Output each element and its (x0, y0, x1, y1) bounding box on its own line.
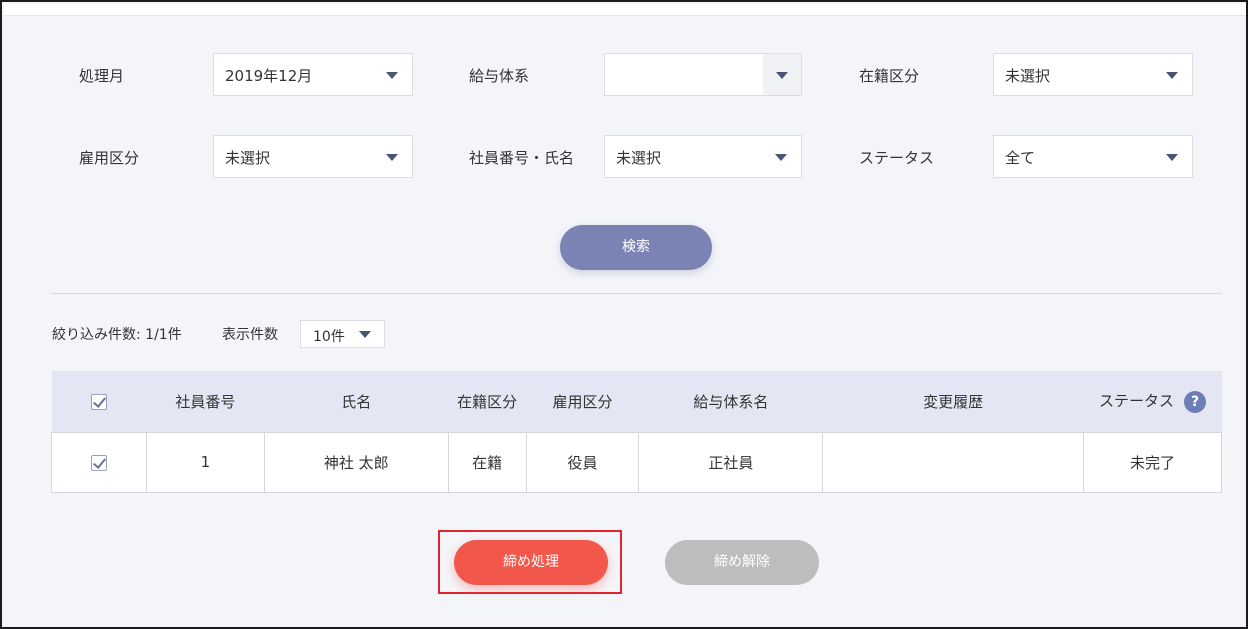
enrollment-select[interactable]: 未選択 (993, 53, 1193, 96)
employment-select[interactable]: 未選択 (213, 135, 413, 178)
cell-status: 未完了 (1083, 431, 1222, 493)
top-strip (4, 4, 1246, 16)
chevron-down-icon (775, 154, 787, 161)
close-process-button[interactable]: 締め処理 (454, 540, 608, 585)
chevron-down-icon (776, 72, 788, 79)
cell-employee-number: 1 (145, 431, 265, 493)
chevron-down-icon (386, 154, 398, 161)
cell-employment: 役員 (525, 431, 640, 493)
employment-value: 未選択 (225, 149, 271, 167)
dropdown-toggle[interactable] (763, 54, 801, 95)
row-checkbox-cell[interactable] (51, 431, 147, 493)
status-label: ステータス (859, 149, 935, 167)
status-value: 全て (1005, 149, 1036, 167)
enrollment-label: 在籍区分 (859, 67, 920, 85)
per-page-select[interactable]: 10件 (300, 320, 385, 348)
cell-enrollment: 在籍 (447, 431, 527, 493)
processing-month-value: 2019年12月 (225, 67, 313, 85)
employee-select[interactable]: 未選択 (604, 135, 802, 178)
header-change-history[interactable]: 変更履歴 (822, 371, 1084, 432)
pay-system-select[interactable] (604, 53, 802, 96)
status-select[interactable]: 全て (993, 135, 1193, 178)
filter-count: 絞り込み件数: 1/1件 (52, 327, 182, 343)
table-header-row: 社員番号 氏名 在籍区分 雇用区分 給与体系名 変更履歴 ステータス? (51, 371, 1222, 432)
per-page-value: 10件 (313, 329, 345, 345)
employment-label: 雇用区分 (79, 149, 140, 167)
checkbox-icon[interactable] (90, 454, 107, 471)
header-status-label: ステータス (1099, 392, 1175, 410)
help-icon[interactable]: ? (1184, 390, 1207, 413)
per-page-label: 表示件数 (222, 327, 278, 343)
header-select-all[interactable] (51, 371, 147, 432)
cell-pay-system-name: 正社員 (638, 431, 824, 493)
header-enrollment[interactable]: 在籍区分 (448, 371, 527, 432)
header-pay-system-name[interactable]: 給与体系名 (638, 371, 823, 432)
employee-value: 未選択 (616, 149, 662, 167)
enrollment-value: 未選択 (1005, 67, 1051, 85)
processing-month-label: 処理月 (79, 67, 125, 85)
checkbox-icon[interactable] (90, 393, 107, 410)
header-name[interactable]: 氏名 (264, 371, 449, 432)
results-table: 社員番号 氏名 在籍区分 雇用区分 給与体系名 変更履歴 ステータス? 1 神社… (51, 371, 1222, 493)
pay-system-label: 給与体系 (469, 67, 530, 85)
search-button[interactable]: 検索 (560, 225, 712, 270)
chevron-down-icon (1166, 154, 1178, 161)
page-frame: 処理月 2019年12月 給与体系 在籍区分 未選択 雇用区分 未選択 社員番号… (0, 0, 1248, 629)
table-row[interactable]: 1 神社 太郎 在籍 役員 正社員 未完了 (51, 431, 1222, 493)
chevron-down-icon (1166, 72, 1178, 79)
chevron-down-icon (386, 72, 398, 79)
cell-change-history (822, 431, 1085, 493)
divider (51, 293, 1222, 294)
header-status[interactable]: ステータス? (1083, 371, 1222, 432)
cell-name: 神社 太郎 (263, 431, 449, 493)
processing-month-select[interactable]: 2019年12月 (213, 53, 413, 96)
chevron-down-icon (359, 331, 371, 338)
header-employment[interactable]: 雇用区分 (526, 371, 639, 432)
header-employee-number[interactable]: 社員番号 (146, 371, 265, 432)
employee-label: 社員番号・氏名 (469, 149, 575, 167)
cancel-close-button[interactable]: 締め解除 (665, 540, 819, 585)
